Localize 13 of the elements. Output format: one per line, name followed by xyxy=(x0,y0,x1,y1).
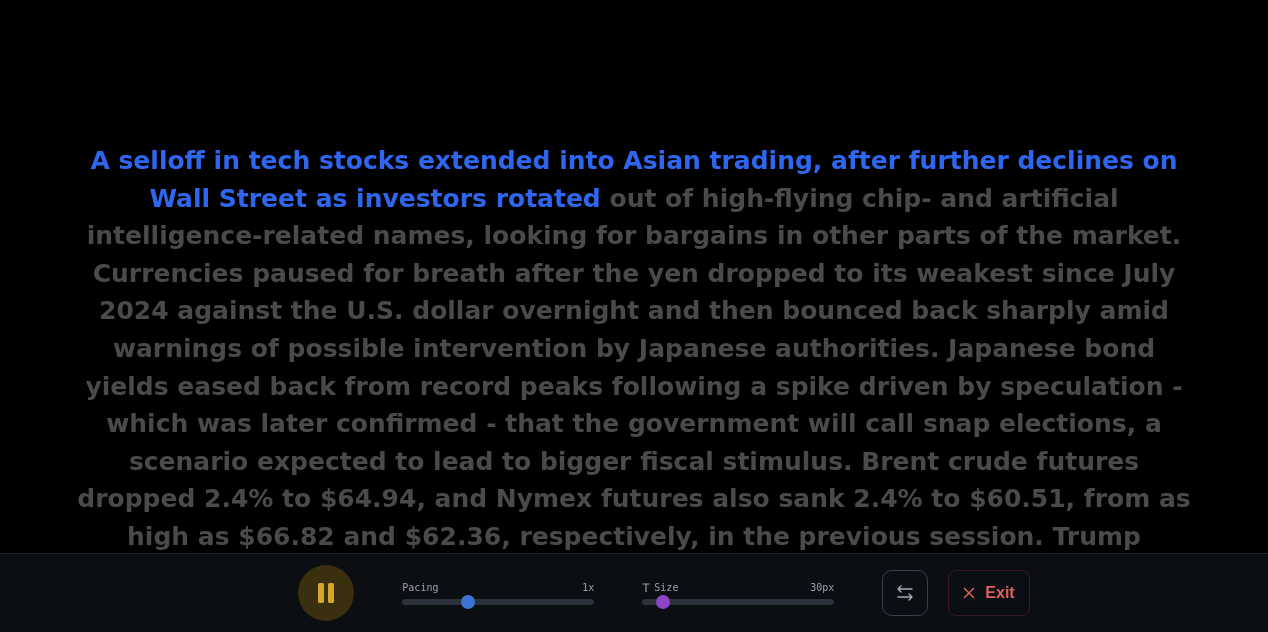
swap-button[interactable] xyxy=(882,570,929,616)
slider-thumb[interactable] xyxy=(656,594,671,609)
slider-label: Size xyxy=(654,581,679,593)
close-icon xyxy=(963,587,976,599)
passage-text: A selloff in tech stocks extended into Asian trading, after further declines on Wall Street as investors rotated out of high-flying chip- and artificial intelligence-related names, looking for bargains in other parts of the market. Currencies paused for breath after the yen dropped to its weakest since July 2024 against the U.S. dollar overnight and then bounced back sharply amid warnings of possible intervention by Japanese authorities. Japanese bond yields eased back from record peaks following a spike driven by speculation - which was later confirmed - that the government will call snap elections, a scenario expected to lead to bigger fiscal stimulus. Brent crude futures dropped 2.4% to $64.94, and Nymex futures also sank 2.4% to $60.51, from as high as $66.82 and $62.36, respectively, in the previous session. Trump xyxy=(76,145,1192,553)
slider-thumb[interactable] xyxy=(460,594,475,609)
exit-button[interactable]: Exit xyxy=(948,570,1030,616)
slider-label: Pacing xyxy=(402,581,439,593)
pause-icon xyxy=(317,582,336,604)
slider-value: 1x xyxy=(582,581,595,593)
text-size-icon xyxy=(642,582,651,592)
slider-value: 30px xyxy=(810,581,835,593)
swap-icon xyxy=(896,585,915,601)
